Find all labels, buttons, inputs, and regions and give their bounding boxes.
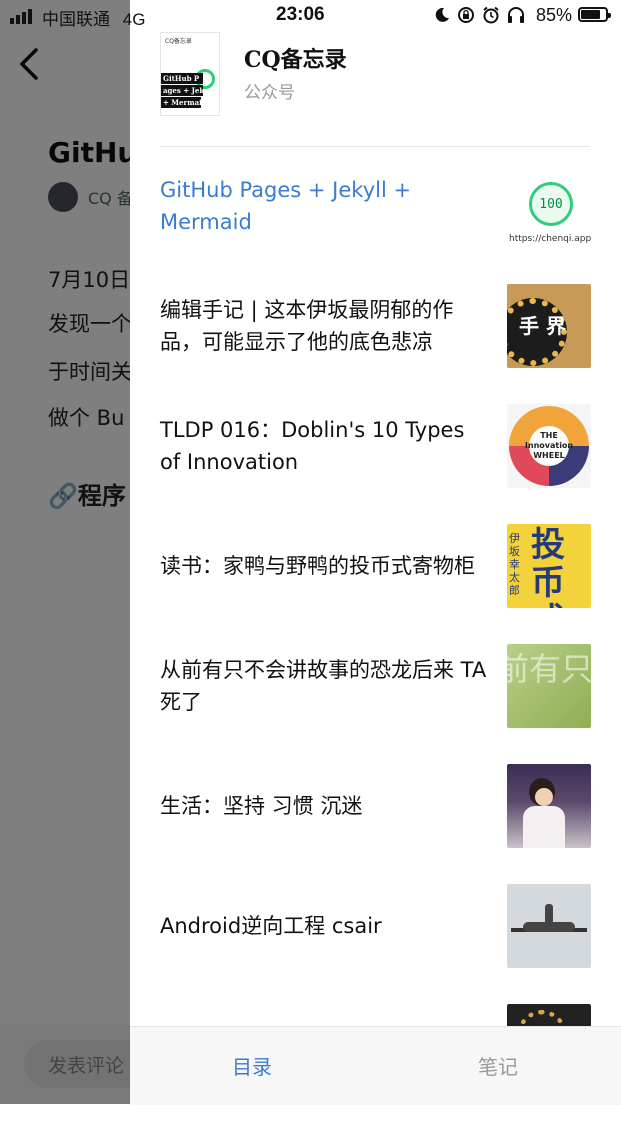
rotation-lock-icon	[458, 7, 474, 23]
account-type: 公众号	[244, 83, 295, 103]
list-item[interactable]: Android逆向工程 csair	[160, 884, 591, 1004]
battery-icon	[578, 7, 611, 22]
carrier-name: 中国联通	[42, 10, 110, 29]
item-thumbnail	[507, 884, 591, 968]
list-item[interactable]: 从前有只不会讲故事的恐龙后来 TA 死了 前有只会讲故	[160, 644, 591, 764]
score-gauge: 100	[529, 182, 573, 226]
thumb-text: 投币式寄物柜	[531, 525, 565, 608]
item-title: 生活：坚持 习惯 沉迷	[160, 794, 363, 818]
tab-table-of-contents[interactable]: 目录	[232, 1051, 272, 1080]
item-thumbnail: THE Innovation WHEEL	[507, 404, 591, 488]
list-item[interactable]: 读书：家鸭与野鸭的投币式寄物柜 伊坂幸太郎 投币式寄物柜	[160, 524, 591, 644]
list-item[interactable]: GitHub Pages + Jekyll + Mermaid 100 http…	[160, 164, 591, 284]
list-item[interactable]: 生活：坚持 习惯 沉迷	[160, 764, 591, 884]
thumb-text: 手 界	[519, 314, 566, 338]
clock: 23:06	[276, 4, 325, 25]
item-thumbnail: 伊坂幸太郎 投币式寄物柜	[507, 524, 591, 608]
battery-tip	[608, 13, 611, 18]
thumb-text: 前有只会讲故	[507, 650, 591, 688]
list-item[interactable]: 编辑手记 | 这本伊坂最阴郁的作品，可能显示了他的底色悲凉 手 界	[160, 284, 591, 404]
item-title: GitHub Pages + Jekyll + Mermaid	[160, 178, 412, 234]
airplane-body	[523, 922, 575, 932]
item-title: 从前有只不会讲故事的恐龙后来 TA 死了	[160, 658, 487, 714]
item-title: Android逆向工程 csair	[160, 914, 382, 938]
photo-shape	[523, 806, 565, 848]
status-icons	[434, 6, 525, 24]
signal-icon	[10, 8, 32, 24]
item-thumbnail: 手 界	[507, 284, 591, 368]
item-title: TLDP 016：Doblin's 10 Types of Innovation	[160, 418, 465, 474]
account-name: CQ备忘录	[244, 47, 347, 73]
status-bar: 中国联通 4G 23:06 85%	[0, 0, 621, 32]
thumb-side-text: 伊坂幸太郎	[509, 532, 520, 597]
item-title: 读书：家鸭与野鸭的投币式寄物柜	[160, 554, 475, 578]
alarm-icon	[483, 6, 499, 24]
cover-line: GitHub P	[161, 73, 203, 84]
moon-icon	[435, 7, 449, 22]
cover-title: CQ备忘录	[165, 38, 192, 45]
airplane-icon	[545, 904, 553, 924]
item-thumbnail: 前有只会讲故	[507, 644, 591, 728]
item-thumbnail	[507, 764, 591, 848]
account-header[interactable]: CQ备忘录 GitHub P ages + Jekyll + Mermaid C…	[160, 32, 600, 122]
battery-fill	[581, 10, 600, 19]
account-cover: CQ备忘录 GitHub P ages + Jekyll + Mermaid	[160, 32, 220, 116]
list-item[interactable]: TLDP 016：Doblin's 10 Types of Innovation…	[160, 404, 591, 524]
table-of-contents-drawer: CQ备忘录 GitHub P ages + Jekyll + Mermaid C…	[130, 0, 621, 1105]
headphones-icon	[508, 7, 524, 23]
thumb-text: THE Innovation WHEEL	[525, 426, 573, 466]
photo-shape	[535, 788, 553, 806]
network-type: 4G	[122, 10, 146, 29]
tab-notes[interactable]: 笔记	[478, 1051, 518, 1080]
item-thumbnail: 100 https://chenqi.app	[507, 164, 591, 248]
article-list: GitHub Pages + Jekyll + Mermaid 100 http…	[160, 164, 591, 1124]
battery-percent: 85%	[536, 5, 573, 25]
cover-line: ages + Jekyll	[161, 85, 203, 96]
carrier-label: 中国联通 4G	[42, 5, 145, 30]
thumb-caption: https://chenqi.app	[509, 234, 591, 244]
item-title: 编辑手记 | 这本伊坂最阴郁的作品，可能显示了他的底色悲凉	[160, 298, 454, 354]
cover-line: + Mermaid	[161, 97, 201, 108]
divider	[160, 146, 590, 147]
drawer-tab-bar: 目录 笔记	[130, 1026, 621, 1105]
